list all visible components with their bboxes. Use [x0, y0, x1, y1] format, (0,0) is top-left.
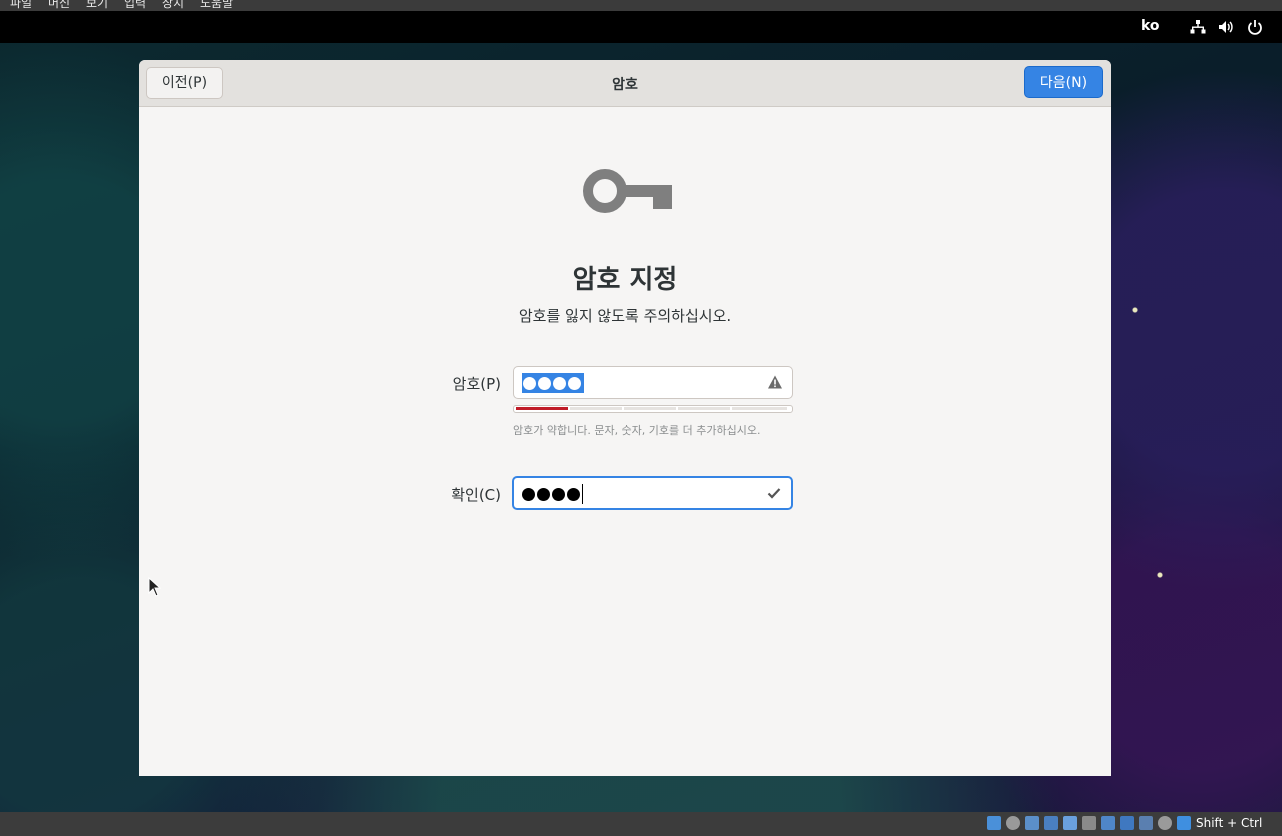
volume-icon[interactable] [1218, 19, 1234, 35]
key-icon [583, 169, 672, 213]
next-button[interactable]: 다음(N) [1024, 66, 1103, 98]
strength-segment-5 [732, 407, 787, 410]
setup-window: 이전(P) 암호 다음(N) 암호 지정 암호를 잃지 않도록 주의하십시오. … [139, 60, 1111, 776]
host-menu-file[interactable]: 파일 [10, 0, 32, 11]
confirm-masked-text [522, 484, 583, 504]
display-icon[interactable] [1101, 816, 1115, 830]
power-icon[interactable] [1247, 19, 1263, 35]
host-menubar: 파일 머신 보기 입력 장치 도움말 [0, 0, 1282, 11]
window-title: 암호 [612, 77, 638, 93]
header-bar: 이전(P) 암호 다음(N) [139, 60, 1111, 107]
keyboard-icon[interactable] [1177, 816, 1191, 830]
text-caret [582, 484, 583, 504]
network-icon[interactable] [1190, 19, 1206, 35]
host-menu-input[interactable]: 입력 [124, 0, 146, 11]
host-status-bar: Shift + Ctrl [0, 812, 1282, 836]
page-heading: 암호 지정 [572, 265, 678, 295]
page-subheading: 암호를 잃지 않도록 주의하십시오. [518, 307, 732, 325]
optical-drive-icon[interactable] [1006, 816, 1020, 830]
password-input[interactable] [513, 366, 793, 399]
usb-icon[interactable] [1063, 816, 1077, 830]
strength-segment-2 [570, 407, 622, 410]
check-icon [767, 488, 781, 499]
host-key-label: Shift + Ctrl [1196, 816, 1263, 830]
host-menu-machine[interactable]: 머신 [48, 0, 70, 11]
password-masked-text [522, 373, 584, 393]
network-adapter-icon[interactable] [1044, 816, 1058, 830]
keyboard-layout-indicator[interactable]: ko [1141, 18, 1160, 34]
mouse-integration-icon[interactable] [1158, 816, 1172, 830]
password-strength-hint: 암호가 약합니다. 문자, 숫자, 기호를 더 추가하십시오. [513, 424, 761, 437]
password-strength-bar [513, 405, 793, 413]
host-menu-view[interactable]: 보기 [86, 0, 108, 11]
confirm-label: 확인(C) [451, 486, 501, 504]
strength-segment-4 [678, 407, 730, 410]
hard-disk-icon[interactable] [987, 816, 1001, 830]
host-menu-help[interactable]: 도움말 [200, 0, 233, 11]
warning-icon [768, 375, 782, 389]
shared-folder-icon[interactable] [1082, 816, 1096, 830]
host-menu-devices[interactable]: 장치 [162, 0, 184, 11]
password-label: 암호(P) [452, 375, 501, 393]
audio-icon[interactable] [1025, 816, 1039, 830]
recording-icon[interactable] [1120, 816, 1134, 830]
mouse-cursor-icon [148, 577, 162, 597]
strength-segment-3 [624, 407, 676, 410]
confirm-password-input[interactable] [512, 476, 793, 510]
virtualization-icon[interactable] [1139, 816, 1153, 830]
gnome-top-bar: ko [0, 11, 1282, 43]
strength-segment-1 [516, 407, 568, 410]
